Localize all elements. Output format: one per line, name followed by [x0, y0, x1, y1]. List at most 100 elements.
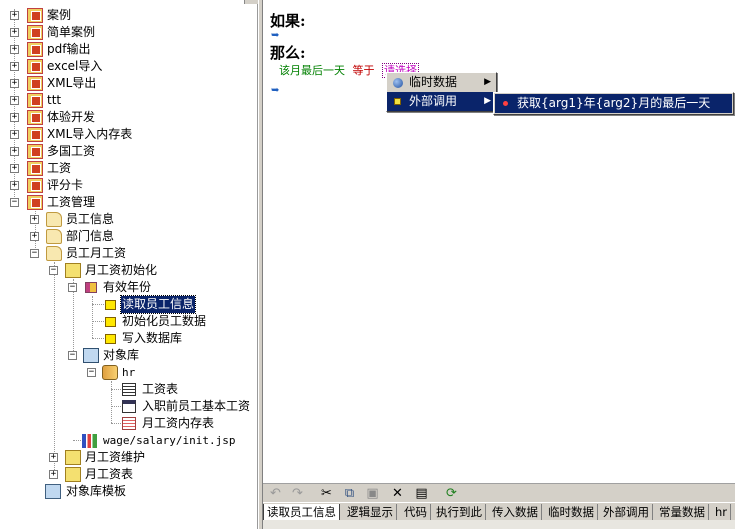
tree-item-rule-read-employee[interactable]: 读取员工信息	[0, 295, 240, 314]
tree-item-pdf-output[interactable]: + pdf输出	[0, 41, 240, 58]
collapse-icon[interactable]: −	[68, 351, 77, 360]
expand-icon[interactable]: +	[10, 28, 19, 37]
tree-item-label: ttt	[47, 93, 62, 107]
tree-item-table-base-salary[interactable]: 入职前员工基本工资	[0, 398, 250, 415]
menu-item-temp-data[interactable]: 临时数据 ▶	[387, 73, 496, 92]
folder-icon	[46, 212, 62, 227]
tree-item-rule-write-db[interactable]: 写入数据库	[0, 330, 240, 347]
collapse-icon[interactable]: −	[10, 198, 19, 207]
menu-item-external-call[interactable]: 外部调用 ▶	[387, 92, 496, 111]
rule-function-text[interactable]: 该月最后一天	[279, 64, 345, 77]
cut-icon[interactable]: ✂	[318, 485, 335, 502]
project-tree-panel: + 案例 + 简单案例 + pdf输出 + excel导入 + XML导出 + …	[0, 0, 258, 529]
menu-item-label: 获取{arg1}年{arg2}月的最后一天	[517, 96, 711, 110]
tree-item-label: hr	[122, 366, 136, 379]
expand-icon[interactable]: +	[10, 79, 19, 88]
table-icon	[122, 383, 136, 396]
undo-icon[interactable]: ↶	[267, 485, 284, 502]
project-icon	[27, 127, 43, 142]
add-condition-icon[interactable]: ➥	[271, 31, 283, 41]
redo-icon[interactable]: ↷	[289, 485, 306, 502]
tab-constant-data[interactable]: 常量数据	[656, 504, 709, 521]
tree-item-salary-management[interactable]: − 工资管理	[0, 194, 240, 211]
tree-item-salary-init[interactable]: − 月工资初始化	[0, 262, 240, 279]
tab-code[interactable]: 代码	[401, 504, 431, 521]
tab-input-data[interactable]: 传入数据	[489, 504, 542, 521]
tree-item-label: 入职前员工基本工资	[142, 399, 251, 413]
tab-logic-view[interactable]: 逻辑显示	[344, 504, 397, 521]
tree-scrollbar[interactable]	[244, 0, 258, 4]
tab-hr[interactable]: hr	[712, 504, 732, 521]
tree-item-object-library-template[interactable]: 对象库模板	[0, 483, 240, 500]
collapse-icon[interactable]: −	[68, 283, 77, 292]
tree-item-salary-maintenance[interactable]: + 月工资维护	[0, 449, 240, 466]
refresh-icon[interactable]: ⟳	[443, 485, 460, 502]
tree-item-employee-info[interactable]: + 员工信息	[0, 211, 240, 228]
tab-run-to-here[interactable]: 执行到此	[433, 504, 486, 521]
tree-item-label: 月工资维护	[85, 450, 146, 464]
tree-item-multi-country-salary[interactable]: + 多国工资	[0, 143, 240, 160]
tree-item-label: excel导入	[47, 59, 103, 73]
tree-item-salary[interactable]: + 工资	[0, 160, 240, 177]
tab-external-call[interactable]: 外部调用	[600, 504, 653, 521]
preview-icon[interactable]: ▤	[413, 485, 430, 502]
copy-icon[interactable]: ⧉	[341, 485, 358, 502]
tree-item-ttt[interactable]: + ttt	[0, 92, 240, 109]
expand-icon[interactable]: +	[30, 232, 39, 241]
tree-item-excel-import[interactable]: + excel导入	[0, 58, 240, 75]
tree-item-experience-dev[interactable]: + 体验开发	[0, 109, 240, 126]
collapse-icon[interactable]: −	[49, 266, 58, 275]
tree-item-salary-table[interactable]: + 月工资表	[0, 466, 240, 483]
tree-item-scorecard[interactable]: + 评分卡	[0, 177, 240, 194]
add-action-icon[interactable]: ➥	[271, 86, 283, 96]
expand-icon[interactable]: +	[10, 147, 19, 156]
expand-icon[interactable]: +	[10, 181, 19, 190]
expand-icon[interactable]: +	[10, 62, 19, 71]
external-call-submenu: 获取{arg1}年{arg2}月的最后一天	[493, 92, 734, 115]
tree-item-label: 多国工资	[47, 144, 96, 158]
delete-icon[interactable]: ✕	[389, 485, 406, 502]
tree-item-db-hr[interactable]: − hr	[0, 364, 240, 381]
menu-item-get-last-day[interactable]: 获取{arg1}年{arg2}月的最后一天	[495, 94, 732, 113]
tree-item-jsp[interactable]: wage/salary/init.jsp	[0, 432, 240, 449]
tree-item-object-library[interactable]: − 对象库	[0, 347, 240, 364]
tree-item-xml-import[interactable]: + XML导入内存表	[0, 126, 240, 143]
expand-icon[interactable]: +	[10, 113, 19, 122]
expand-icon[interactable]: +	[10, 96, 19, 105]
tree-item-xml-export[interactable]: + XML导出	[0, 75, 240, 92]
expand-icon[interactable]: +	[10, 130, 19, 139]
project-icon	[27, 110, 43, 125]
tree-item-table-salary[interactable]: 工资表	[0, 381, 240, 398]
tree-item-department-info[interactable]: + 部门信息	[0, 228, 240, 245]
expand-icon[interactable]: +	[30, 215, 39, 224]
project-icon	[27, 178, 43, 193]
tree-item-simple-case[interactable]: + 简单案例	[0, 24, 240, 41]
tree-item-label: 员工月工资	[66, 246, 127, 260]
value-context-menu: 临时数据 ▶ 外部调用 ▶	[386, 72, 497, 112]
tab-temp-data[interactable]: 临时数据	[545, 504, 598, 521]
project-icon	[27, 8, 43, 23]
tree-item-valid-year[interactable]: − 有效年份	[0, 279, 240, 296]
expand-icon[interactable]: +	[49, 470, 58, 479]
expand-icon[interactable]: +	[49, 453, 58, 462]
tree-item-table-memory[interactable]: 月工资内存表	[0, 415, 240, 432]
tree-item-monthly-salary[interactable]: − 员工月工资	[0, 245, 240, 262]
collapse-icon[interactable]: −	[30, 249, 39, 258]
tab-scrollbar[interactable]	[263, 520, 735, 529]
paste-icon[interactable]: ▣	[364, 485, 381, 502]
collapse-icon[interactable]: −	[87, 368, 96, 377]
tree-item-label: 部门信息	[66, 229, 115, 243]
tree-item-label: 评分卡	[47, 178, 84, 192]
expand-icon[interactable]: +	[10, 11, 19, 20]
expand-icon[interactable]: +	[10, 45, 19, 54]
external-call-icon	[394, 98, 401, 105]
project-icon	[27, 93, 43, 108]
menu-item-label: 临时数据	[409, 75, 458, 89]
tree-item-label: 初始化员工数据	[122, 314, 207, 328]
tree-item-label: 工资	[47, 161, 72, 175]
rule-operator-text[interactable]: 等于	[353, 64, 375, 77]
tree-item-case[interactable]: + 案例	[0, 7, 240, 24]
expand-icon[interactable]: +	[10, 164, 19, 173]
tree-item-rule-init-employee[interactable]: 初始化员工数据	[0, 313, 240, 330]
tree-item-label: 工资表	[142, 382, 179, 396]
